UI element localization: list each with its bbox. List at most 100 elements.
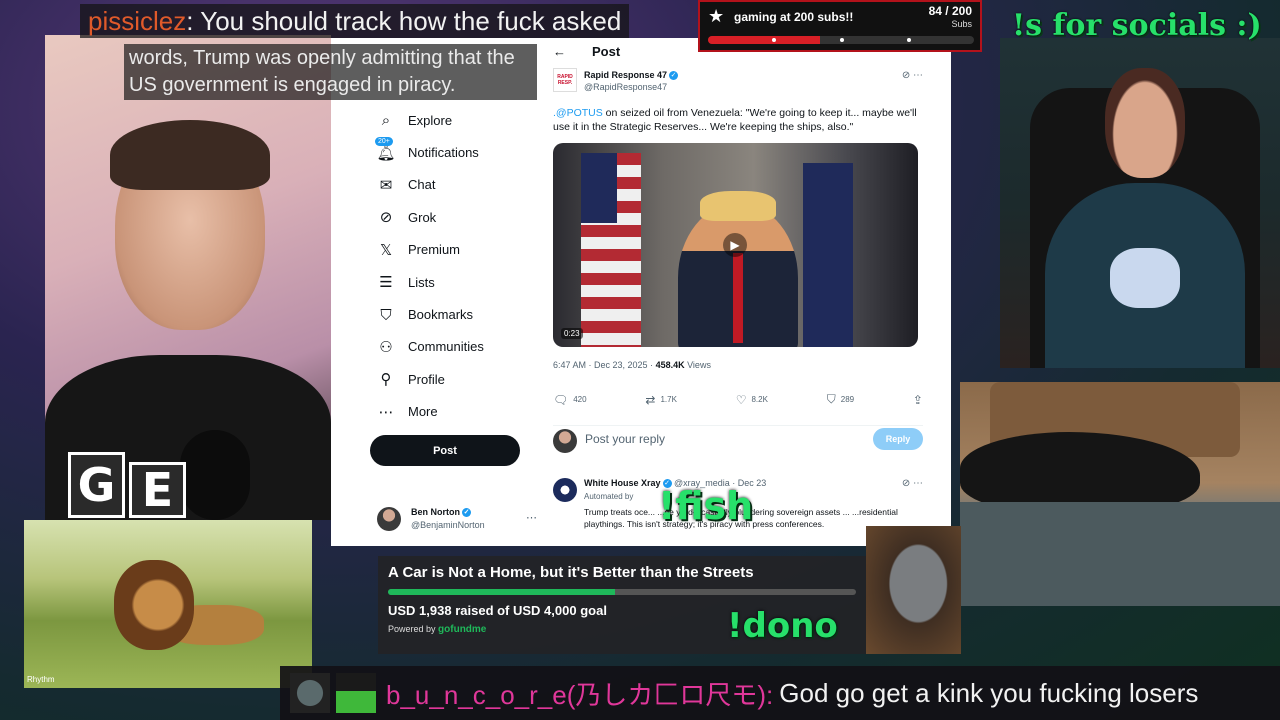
- reply-count: 420: [573, 395, 587, 404]
- notification-badge: 20+: [375, 137, 393, 147]
- reply-author-name[interactable]: White House Xray: [584, 478, 661, 488]
- post-actions: 🗨︎ 420 ⇄ 1.7K ♡ 8.2K ⛉ 289 ⇪: [553, 392, 923, 407]
- gofundme-logo: gofundme: [438, 624, 487, 635]
- sidebar-item-label: Premium: [408, 242, 461, 258]
- progress-pip: [772, 38, 776, 42]
- post-author: RAPID RESP. Rapid Response 47 ✓ @RapidResp…: [553, 68, 923, 96]
- view-count: 458.4K: [655, 360, 685, 370]
- chat-overlay-top: pissiclez: You should track how the fuck…: [80, 4, 630, 38]
- page-title: Post: [592, 44, 621, 59]
- back-arrow-icon[interactable]: ←: [553, 44, 566, 59]
- mail-icon: ✉: [379, 175, 393, 194]
- progress-pip: [840, 38, 844, 42]
- sidebar-item-label: Lists: [408, 274, 435, 290]
- microphone: [180, 430, 250, 520]
- watermark: Rhythm: [27, 675, 55, 684]
- tweet-text: .@POTUS on seized oil from Venezuela: "W…: [553, 106, 923, 134]
- cohost-face: [1105, 68, 1185, 178]
- sidebar-item-communities[interactable]: ⚇ Communities: [331, 331, 537, 363]
- blue-flag: [803, 163, 853, 347]
- video-duration: 0:23: [561, 328, 583, 339]
- rapid-response-logo[interactable]: RAPID RESP.: [553, 68, 577, 92]
- chat-badge: [336, 673, 376, 713]
- account-switcher[interactable]: Ben Norton ✓ @BenjaminNorton ⋯: [377, 503, 537, 535]
- sidebar-item-premium[interactable]: 𝕏 Premium: [331, 234, 537, 266]
- reply-action[interactable]: 🗨︎ 420: [553, 392, 587, 407]
- lion-head: [114, 560, 194, 650]
- sidebar-item-label: Profile: [408, 371, 445, 387]
- sidebar-item-more[interactable]: ⋯ More: [331, 396, 537, 428]
- sub-goal-fill: [708, 36, 820, 44]
- dono-command: !dono: [727, 606, 838, 646]
- mention-link[interactable]: .@POTUS: [553, 107, 603, 119]
- sidebar-item-label: Bookmarks: [408, 307, 474, 323]
- grok-and-more-icons[interactable]: ⊘ ⋯: [902, 70, 923, 81]
- share-action[interactable]: ⇪: [913, 392, 923, 407]
- reply-input[interactable]: Post your reply: [585, 432, 665, 446]
- post-detail-column: ← Post RAPID RESP. Rapid Response 47 ✓ @Ra…: [537, 38, 951, 546]
- sidebar-item-explore[interactable]: ⌕ Explore: [331, 104, 537, 136]
- reply-composer: Post your reply Reply: [553, 425, 923, 453]
- sidebar-item-label: Communities: [408, 339, 484, 355]
- author-handle[interactable]: @RapidResponse47: [584, 81, 678, 93]
- search-icon: ⌕: [381, 111, 391, 130]
- sweater-unicorn-graphic: [1110, 248, 1180, 308]
- sidebar-item-label: More: [408, 404, 438, 420]
- repost-count: 1.7K: [660, 395, 677, 404]
- verified-icon: ✓: [669, 71, 679, 81]
- communities-icon: ⚇: [379, 337, 393, 356]
- chat-username: pissiclez: [88, 6, 187, 36]
- blanket: [960, 502, 1280, 606]
- grok-icon: ⊘: [379, 208, 393, 227]
- ge-logo-g: G: [68, 452, 125, 518]
- streamer-hair: [110, 120, 270, 190]
- star-icon: ★: [708, 6, 725, 27]
- fundraiser-progress: [388, 589, 856, 595]
- video-player[interactable]: ▶ 0:23: [553, 143, 918, 347]
- chat-avatar: [290, 673, 330, 713]
- author-name[interactable]: Rapid Response 47: [584, 70, 667, 80]
- grok-and-more-icons[interactable]: ⊘ ⋯: [902, 478, 923, 489]
- reply-icon: 🗨︎: [553, 392, 569, 407]
- us-flag: [581, 153, 641, 347]
- sub-goal-widget: ★ gaming at 200 subs!! 84 / 200 Subs: [698, 0, 982, 52]
- sidebar-item-label: Grok: [408, 209, 437, 225]
- sidebar-item-profile[interactable]: ⚲ Profile: [331, 363, 537, 395]
- post-button[interactable]: Post: [370, 435, 520, 466]
- kitten-image: [866, 526, 961, 654]
- powered-by-label: Powered by: [388, 624, 436, 634]
- bookmark-icon: ⛉: [380, 305, 392, 324]
- x-sidebar-nav: ⌕ Explore 🔔︎ 20+ Notifications ✉ Chat ⊘ …: [331, 104, 537, 428]
- views-label: Views: [684, 360, 711, 370]
- bookmark-count: 289: [840, 395, 855, 404]
- sidebar-item-lists[interactable]: ☰ Lists: [331, 266, 537, 298]
- sidebar-item-chat[interactable]: ✉ Chat: [331, 169, 537, 201]
- sub-goal-count: 84 / 200: [928, 4, 972, 18]
- repost-icon: ⇄: [645, 392, 656, 407]
- socials-command: !s for socials :): [1012, 8, 1262, 43]
- automated-label: Automated by: [584, 492, 634, 501]
- sidebar-item-bookmarks[interactable]: ⛉ Bookmarks: [331, 298, 537, 330]
- speaker-figure: [678, 191, 798, 347]
- share-icon: ⇪: [912, 392, 923, 407]
- sub-goal-title: gaming at 200 subs!!: [734, 10, 854, 24]
- bookmark-action[interactable]: ⛉ 289: [827, 392, 854, 407]
- post-header: ← Post: [553, 44, 620, 59]
- play-icon[interactable]: ▶: [723, 233, 747, 257]
- lion-image: Rhythm: [24, 520, 312, 688]
- repost-action[interactable]: ⇄ 1.7K: [645, 392, 677, 407]
- avatar: [553, 429, 577, 453]
- more-icon: ⋯: [378, 402, 394, 421]
- sub-goal-unit: Subs: [951, 19, 972, 29]
- cohost-webcam: [1000, 38, 1280, 368]
- x-logo-icon: 𝕏: [379, 240, 393, 259]
- caption-overlay: words, Trump was openly admitting that t…: [124, 44, 537, 100]
- progress-pip: [907, 38, 911, 42]
- more-icon[interactable]: ⋯: [526, 511, 537, 524]
- sidebar-item-notifications[interactable]: 🔔︎ 20+ Notifications: [331, 136, 537, 168]
- reply-button[interactable]: Reply: [873, 428, 923, 450]
- like-action[interactable]: ♡ 8.2K: [736, 392, 768, 407]
- sidebar-item-grok[interactable]: ⊘ Grok: [331, 201, 537, 233]
- white-house-logo: [553, 478, 577, 502]
- fundraiser-title: A Car is Not a Home, but it's Better tha…: [388, 564, 754, 581]
